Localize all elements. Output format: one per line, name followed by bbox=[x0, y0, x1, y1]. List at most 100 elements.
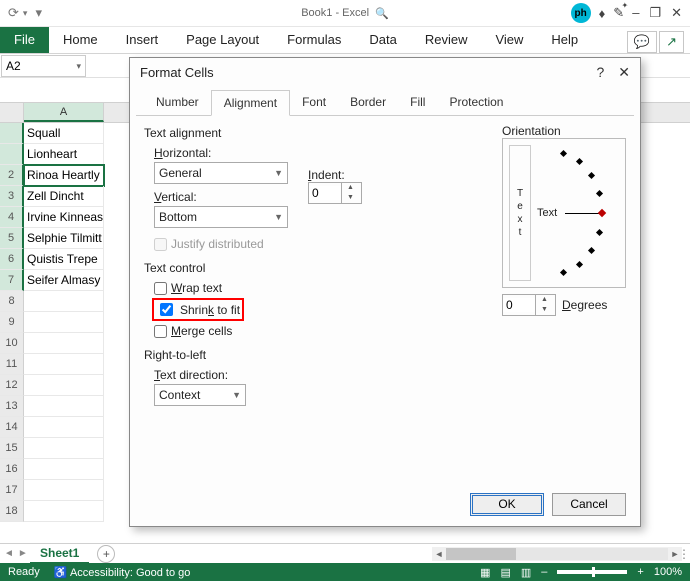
row-header[interactable] bbox=[0, 123, 24, 144]
dlg-tab-border[interactable]: Border bbox=[338, 90, 398, 115]
spin-up-icon[interactable]: ▲ bbox=[536, 295, 553, 305]
orientation-vertical-text[interactable]: Text bbox=[509, 145, 531, 281]
dlg-tab-number[interactable]: Number bbox=[144, 90, 211, 115]
minimize-button[interactable]: – bbox=[632, 5, 639, 21]
wrap-text-checkbox[interactable]: Wrap text bbox=[154, 281, 488, 295]
tab-help[interactable]: Help bbox=[537, 26, 592, 53]
vertical-combo[interactable]: Bottom ▼ bbox=[154, 206, 288, 228]
row-header[interactable]: 2 bbox=[0, 165, 24, 186]
add-sheet-button[interactable]: + bbox=[97, 545, 115, 563]
grid-cell[interactable] bbox=[24, 354, 104, 375]
tab-file[interactable]: File bbox=[0, 26, 49, 53]
sheet-prev-icon[interactable]: ◄ bbox=[4, 548, 14, 559]
tab-view[interactable]: View bbox=[481, 26, 537, 53]
view-break-icon[interactable]: ▥ bbox=[521, 566, 531, 579]
grid-cell[interactable]: Irvine Kinneas bbox=[24, 207, 104, 228]
row-header[interactable] bbox=[0, 144, 24, 165]
orientation-dial[interactable]: Text bbox=[535, 145, 619, 281]
grid-cell[interactable] bbox=[24, 459, 104, 480]
grid-cell[interactable]: Squall bbox=[24, 123, 104, 144]
wand-icon[interactable]: ✎✦ bbox=[613, 5, 624, 21]
spin-down-icon[interactable]: ▼ bbox=[536, 305, 553, 315]
dlg-tab-alignment[interactable]: Alignment bbox=[211, 90, 290, 116]
grid-cell[interactable]: Quistis Trepe bbox=[24, 249, 104, 270]
row-header[interactable]: 13 bbox=[0, 396, 24, 417]
grid-cell[interactable] bbox=[24, 438, 104, 459]
dlg-tab-fill[interactable]: Fill bbox=[398, 90, 437, 115]
tab-home[interactable]: Home bbox=[49, 26, 112, 53]
spin-down-icon[interactable]: ▼ bbox=[342, 193, 359, 203]
share-button[interactable]: ↗ bbox=[659, 31, 684, 53]
grid-cell[interactable] bbox=[24, 375, 104, 396]
row-header[interactable]: 18 bbox=[0, 501, 24, 522]
row-header[interactable]: 4 bbox=[0, 207, 24, 228]
cancel-button[interactable]: Cancel bbox=[552, 493, 626, 516]
row-header[interactable]: 12 bbox=[0, 375, 24, 396]
row-header[interactable]: 9 bbox=[0, 312, 24, 333]
name-box[interactable]: A2 ▾ bbox=[1, 55, 86, 77]
grid-cell[interactable]: Seifer Almasy bbox=[24, 270, 104, 291]
row-header[interactable]: 3 bbox=[0, 186, 24, 207]
zoom-in-button[interactable]: + bbox=[637, 566, 643, 578]
indent-value[interactable] bbox=[309, 186, 341, 200]
horizontal-scrollbar[interactable]: ◄ ► bbox=[432, 547, 682, 561]
close-button[interactable]: ✕ bbox=[671, 5, 682, 21]
dlg-tab-protection[interactable]: Protection bbox=[437, 90, 515, 115]
diamond-icon[interactable]: ♦ bbox=[599, 6, 606, 21]
search-icon[interactable]: 🔍 bbox=[375, 7, 389, 20]
row-header[interactable]: 16 bbox=[0, 459, 24, 480]
comments-button[interactable]: 💬 bbox=[627, 31, 657, 53]
help-button[interactable]: ? bbox=[596, 64, 604, 81]
scroll-left-icon[interactable]: ◄ bbox=[432, 549, 446, 559]
indent-spinner[interactable]: ▲▼ bbox=[308, 182, 362, 204]
zoom-level[interactable]: 100% bbox=[654, 566, 682, 578]
zoom-out-button[interactable]: – bbox=[541, 566, 547, 578]
grid-cell[interactable] bbox=[24, 396, 104, 417]
restore-button[interactable]: ❐ bbox=[649, 5, 661, 21]
row-header[interactable]: 6 bbox=[0, 249, 24, 270]
scroll-right-icon[interactable]: ► bbox=[668, 549, 682, 559]
horizontal-combo[interactable]: General ▼ bbox=[154, 162, 288, 184]
merge-cells-checkbox[interactable]: Merge cells bbox=[154, 324, 488, 338]
tab-formulas[interactable]: Formulas bbox=[273, 26, 355, 53]
spin-up-icon[interactable]: ▲ bbox=[342, 183, 359, 193]
row-header[interactable]: 11 bbox=[0, 354, 24, 375]
degrees-spinner[interactable]: ▲▼ bbox=[502, 294, 556, 316]
select-all-corner[interactable] bbox=[0, 103, 24, 122]
row-header[interactable]: 14 bbox=[0, 417, 24, 438]
grid-cell[interactable] bbox=[24, 480, 104, 501]
sheet-next-icon[interactable]: ► bbox=[18, 548, 28, 559]
orientation-pointer[interactable] bbox=[598, 209, 606, 217]
dlg-tab-font[interactable]: Font bbox=[290, 90, 338, 115]
row-header[interactable]: 5 bbox=[0, 228, 24, 249]
account-icon[interactable]: ph bbox=[571, 3, 591, 23]
dialog-close-button[interactable]: ✕ bbox=[618, 64, 630, 81]
chevron-down-icon[interactable]: ▾ bbox=[76, 61, 81, 72]
ok-button[interactable]: OK bbox=[470, 493, 544, 516]
tab-insert[interactable]: Insert bbox=[112, 26, 173, 53]
view-normal-icon[interactable]: ▦ bbox=[480, 566, 490, 579]
row-header[interactable]: 7 bbox=[0, 270, 24, 291]
grid-cell[interactable] bbox=[24, 417, 104, 438]
grid-cell[interactable] bbox=[24, 501, 104, 522]
orientation-box[interactable]: Text Text bbox=[502, 138, 626, 288]
row-header[interactable]: 17 bbox=[0, 480, 24, 501]
grid-cell[interactable] bbox=[24, 291, 104, 312]
row-header[interactable]: 8 bbox=[0, 291, 24, 312]
grid-cell[interactable]: Rinoa Heartly bbox=[24, 165, 104, 186]
grid-cell[interactable] bbox=[24, 312, 104, 333]
col-header-a[interactable]: A bbox=[24, 103, 104, 122]
row-header[interactable]: 15 bbox=[0, 438, 24, 459]
shrink-to-fit-checkbox[interactable] bbox=[160, 303, 173, 316]
accessibility-status[interactable]: ♿ Accessibility: Good to go bbox=[54, 566, 191, 579]
grid-cell[interactable]: Lionheart bbox=[24, 144, 104, 165]
grid-cell[interactable]: Selphie Tilmitt bbox=[24, 228, 104, 249]
grid-cell[interactable]: Zell Dincht bbox=[24, 186, 104, 207]
sheet-tab[interactable]: Sheet1 bbox=[30, 544, 89, 564]
zoom-slider[interactable] bbox=[557, 570, 627, 574]
tab-page-layout[interactable]: Page Layout bbox=[172, 26, 273, 53]
grid-cell[interactable] bbox=[24, 333, 104, 354]
text-direction-combo[interactable]: Context ▼ bbox=[154, 384, 246, 406]
row-header[interactable]: 10 bbox=[0, 333, 24, 354]
tab-review[interactable]: Review bbox=[411, 26, 482, 53]
